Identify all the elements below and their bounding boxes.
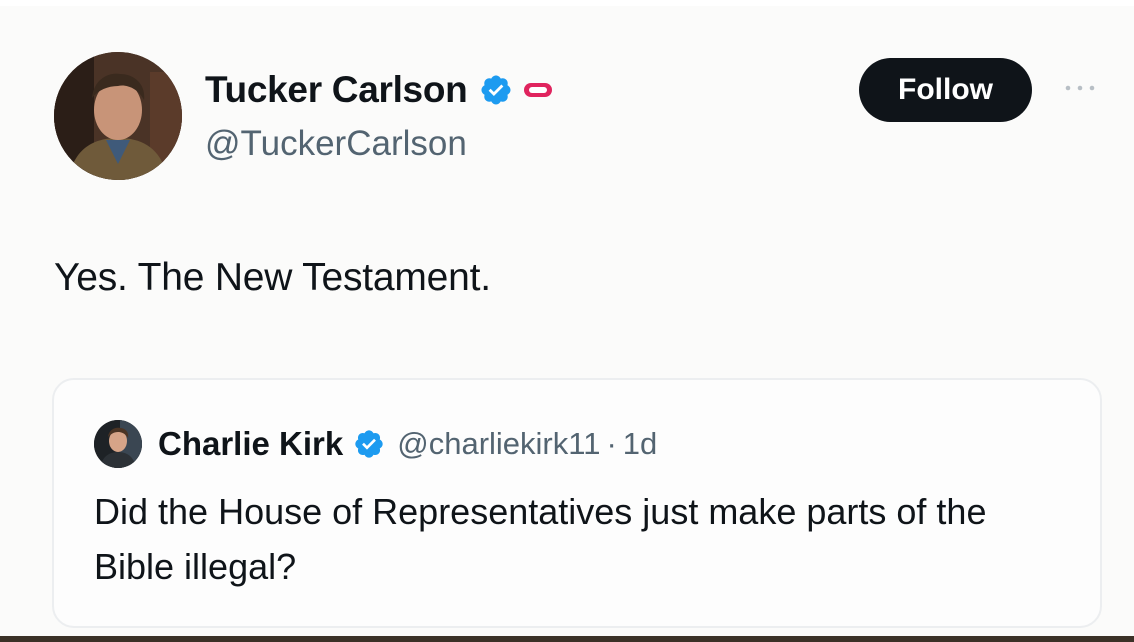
quoted-author-handle[interactable]: @charliekirk11 bbox=[397, 426, 600, 462]
quoted-timestamp[interactable]: 1d bbox=[623, 426, 657, 462]
quoted-author-row: Charlie Kirk @charliekirk11 · 1d bbox=[158, 418, 657, 470]
quoted-tweet[interactable]: Charlie Kirk @charliekirk11 · 1d Did the… bbox=[52, 378, 1102, 628]
verified-badge-icon bbox=[479, 73, 513, 107]
more-options-icon[interactable] bbox=[1062, 80, 1098, 96]
frame-bottom-edge bbox=[0, 636, 1134, 642]
quoted-tweet-text: Did the House of Representatives just ma… bbox=[94, 491, 987, 587]
author-name-row: Tucker Carlson bbox=[205, 66, 553, 114]
follow-button[interactable]: Follow bbox=[859, 58, 1032, 122]
author-handle[interactable]: @TuckerCarlson bbox=[205, 124, 467, 164]
tweet-text: Yes. The New Testament. bbox=[54, 256, 491, 299]
quoted-author-name[interactable]: Charlie Kirk bbox=[158, 425, 343, 463]
quoted-author-avatar bbox=[94, 420, 142, 468]
affiliation-badge-icon[interactable] bbox=[523, 80, 553, 100]
timestamp-separator: · bbox=[606, 426, 617, 461]
quoted-verified-badge-icon bbox=[353, 428, 385, 460]
author-display-name[interactable]: Tucker Carlson bbox=[205, 69, 468, 111]
author-avatar[interactable] bbox=[54, 52, 182, 180]
